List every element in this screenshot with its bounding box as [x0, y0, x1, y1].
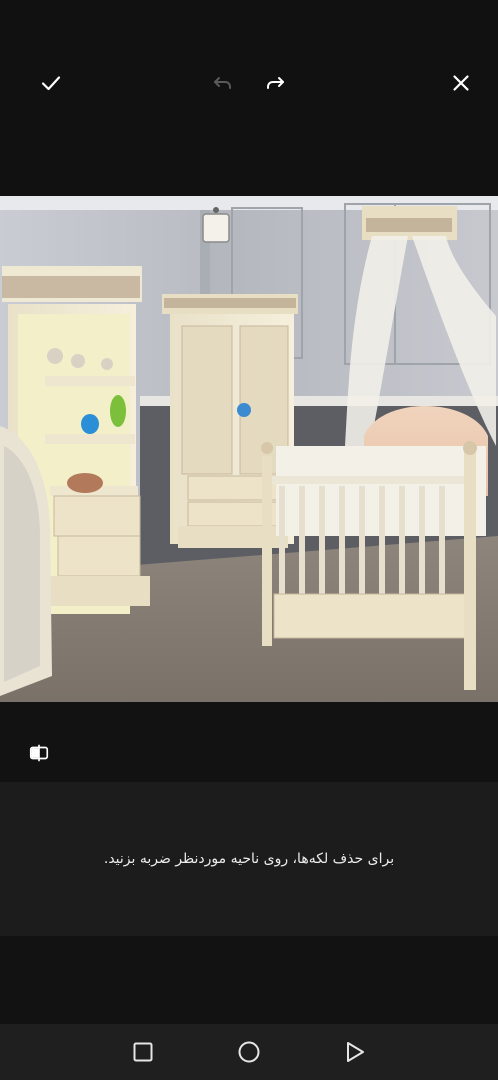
back-button[interactable] — [341, 1038, 369, 1066]
circle-home-icon — [238, 1041, 260, 1063]
nursery-photo-illustration — [0, 196, 498, 702]
compare-split-icon — [29, 744, 49, 762]
compare-button[interactable] — [22, 736, 56, 770]
editor-toolbar — [0, 0, 498, 196]
recents-button[interactable] — [129, 1038, 157, 1066]
redo-arrow-icon — [267, 77, 284, 89]
close-button[interactable] — [444, 66, 478, 100]
hint-text: برای حذف لکه‌ها، روی ناحیه موردنظر ضربه … — [103, 851, 395, 867]
undo-arrow-icon — [214, 77, 231, 89]
compare-area — [0, 702, 498, 782]
confirm-button[interactable] — [34, 66, 68, 100]
editable-photo[interactable] — [0, 196, 498, 702]
home-button[interactable] — [235, 1038, 263, 1066]
redo-button[interactable] — [259, 66, 293, 100]
system-navigation-bar — [0, 1024, 498, 1080]
undo-button[interactable] — [205, 66, 239, 100]
checkmark-icon — [41, 76, 61, 91]
hint-panel: برای حذف لکه‌ها، روی ناحیه موردنظر ضربه … — [0, 782, 498, 936]
bottom-spacer — [0, 936, 498, 1024]
triangle-back-icon — [347, 1042, 364, 1062]
square-recents-icon — [133, 1042, 153, 1062]
close-icon — [453, 75, 469, 91]
